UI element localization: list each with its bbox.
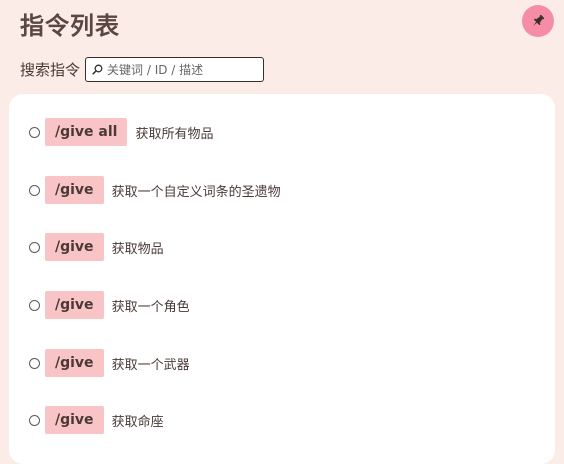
page-title: 指令列表 — [20, 12, 120, 40]
pin-button[interactable] — [522, 5, 554, 37]
list-item[interactable]: /give 获取命座 — [29, 406, 164, 434]
command-description: 获取一个武器 — [111, 357, 190, 373]
search-input[interactable] — [107, 62, 258, 77]
command-description: 获取一个角色 — [111, 299, 190, 315]
pin-icon — [533, 14, 545, 26]
radio-button[interactable] — [29, 357, 40, 369]
command-description: 获取所有物品 — [135, 126, 214, 142]
command-description: 获取命座 — [111, 414, 164, 430]
command-description: 获取物品 — [111, 241, 164, 257]
radio-button[interactable] — [29, 184, 40, 196]
list-item[interactable]: /give 获取物品 — [29, 233, 164, 261]
list-item[interactable]: /give 获取一个武器 — [29, 349, 190, 377]
search-row: 搜索指令 — [20, 57, 265, 82]
radio-button[interactable] — [29, 414, 40, 426]
command-tag: /give — [45, 291, 104, 319]
radio-button[interactable] — [29, 299, 40, 311]
list-item[interactable]: /give all 获取所有物品 — [29, 118, 214, 146]
command-list-panel: /give all 获取所有物品 /give 获取一个自定义词条的圣遗物 /gi… — [9, 94, 555, 464]
list-item[interactable]: /give 获取一个自定义词条的圣遗物 — [29, 176, 281, 204]
search-icon — [92, 64, 103, 75]
list-item[interactable]: /give 获取一个角色 — [29, 291, 190, 319]
radio-button[interactable] — [29, 241, 40, 253]
command-tag: /give — [45, 349, 104, 377]
search-label: 搜索指令 — [20, 61, 81, 79]
command-tag: /give — [45, 406, 104, 434]
radio-button[interactable] — [29, 126, 40, 138]
command-description: 获取一个自定义词条的圣遗物 — [111, 184, 281, 200]
command-tag: /give all — [45, 118, 128, 146]
command-tag: /give — [45, 233, 104, 261]
search-box[interactable] — [85, 57, 265, 82]
command-tag: /give — [45, 176, 104, 204]
